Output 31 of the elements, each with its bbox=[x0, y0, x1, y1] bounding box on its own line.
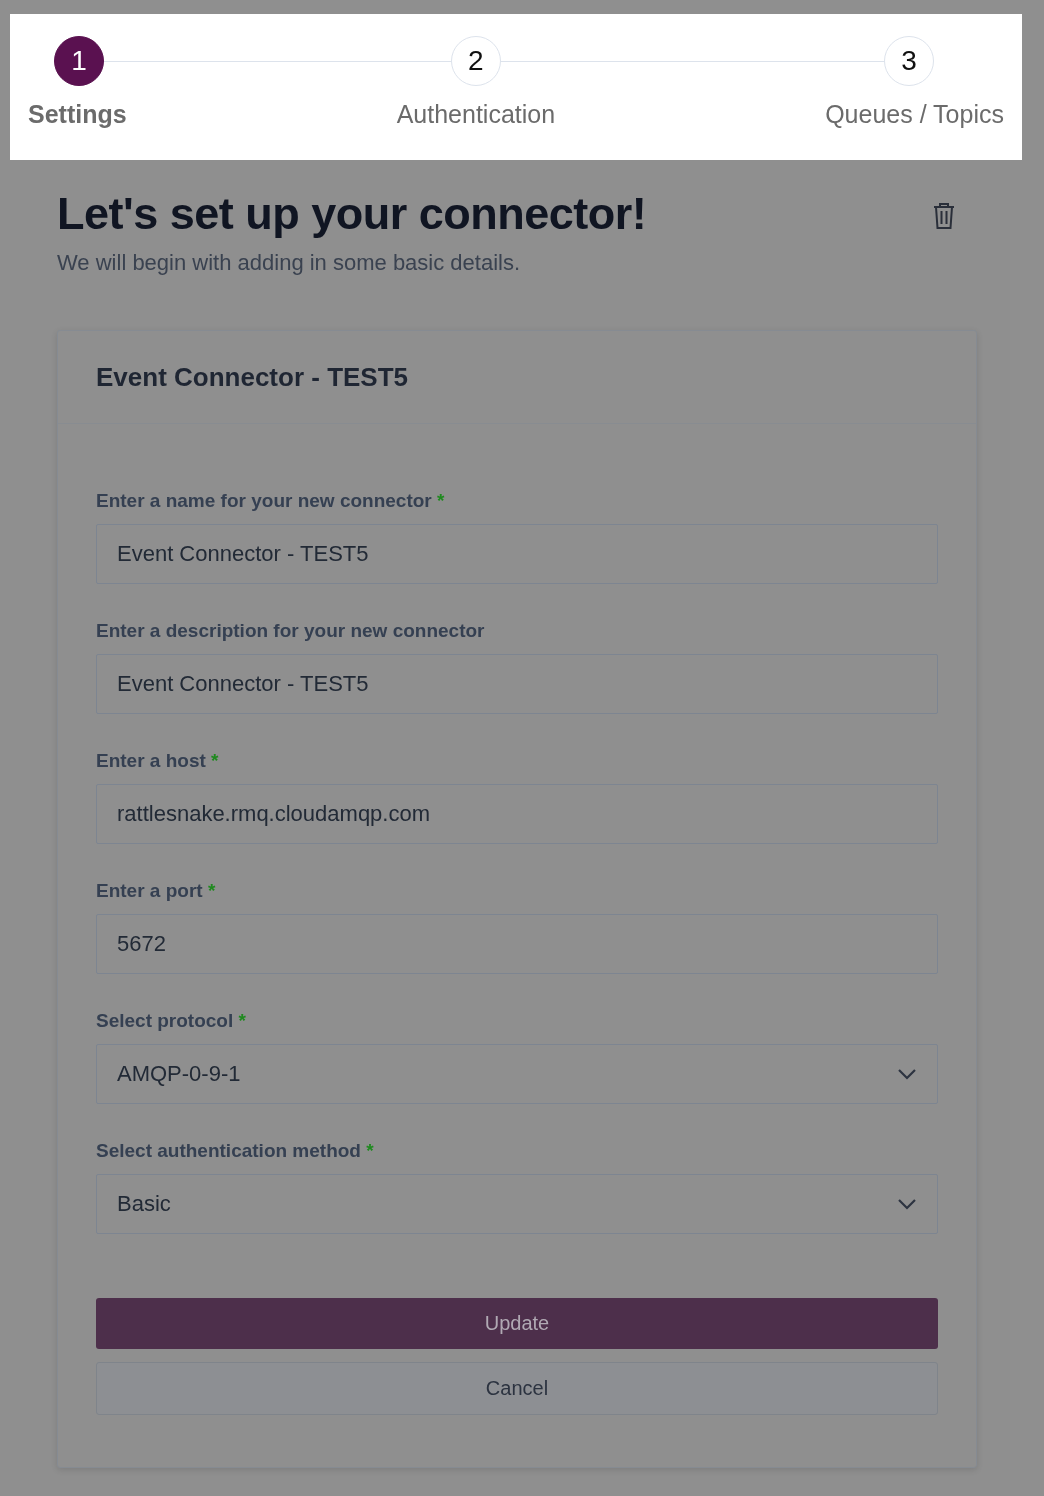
field-label: Enter a host bbox=[96, 750, 206, 771]
card-title: Event Connector - TEST5 bbox=[96, 361, 409, 393]
page-title: Let's set up your connector! bbox=[57, 188, 647, 240]
required-mark: * bbox=[238, 1010, 246, 1031]
update-button[interactable]: Update bbox=[96, 1298, 938, 1349]
select-field[interactable]: AMQP-0-9-1 bbox=[96, 1044, 938, 1104]
trash-icon[interactable] bbox=[932, 202, 956, 230]
step-number[interactable]: 3 bbox=[884, 36, 934, 86]
step-label[interactable]: Settings bbox=[28, 100, 127, 129]
field-label: Select authentication method bbox=[96, 1140, 361, 1161]
required-mark: * bbox=[207, 880, 216, 901]
select-field[interactable]: Basic bbox=[96, 1174, 938, 1234]
step-label[interactable]: Queues / Topics bbox=[825, 100, 1004, 129]
step-number[interactable]: 1 bbox=[54, 36, 104, 86]
page-subtitle: We will begin with adding in some basic details. bbox=[57, 250, 522, 276]
input-field[interactable]: 5672 bbox=[96, 914, 938, 974]
step-number[interactable]: 2 bbox=[450, 36, 501, 86]
field-label: Enter a name for your new connector bbox=[96, 490, 432, 511]
required-mark: * bbox=[437, 490, 445, 511]
required-mark: * bbox=[211, 750, 219, 771]
input-field[interactable]: Event Connector - TEST5 bbox=[96, 654, 938, 714]
required-mark: * bbox=[366, 1140, 374, 1161]
chevron-down-icon bbox=[897, 1198, 917, 1210]
input-field[interactable]: Event Connector - TEST5 bbox=[96, 524, 938, 584]
step-label[interactable]: Authentication bbox=[396, 100, 556, 129]
input-field[interactable]: rattlesnake.rmq.cloudamqp.com bbox=[96, 784, 938, 844]
field-label: Enter a description for your new connector bbox=[96, 620, 485, 641]
cancel-button[interactable]: Cancel bbox=[96, 1362, 938, 1415]
field-label: Enter a port bbox=[96, 880, 203, 901]
chevron-down-icon bbox=[897, 1068, 917, 1080]
field-label: Select protocol bbox=[96, 1010, 234, 1031]
